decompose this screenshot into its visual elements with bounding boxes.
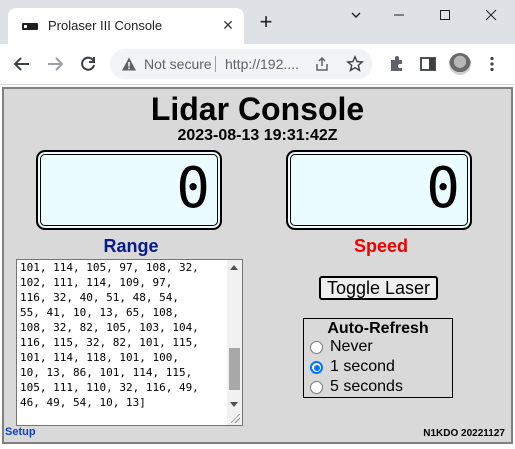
minimize-button[interactable] [376,0,422,32]
maximize-button[interactable] [422,0,468,32]
radio-button-5-seconds[interactable] [310,381,323,394]
profile-avatar[interactable] [449,53,471,75]
url-text[interactable]: http://192.... [225,56,299,72]
browser-toolbar: Not secure http://192.... [0,44,515,85]
page-title: Lidar Console [150,91,365,127]
page-viewport: Lidar Console 2023-08-13 19:31:42Z 0 0 R… [0,85,515,449]
reload-icon[interactable] [76,52,100,76]
lidar-console-panel: Lidar Console 2023-08-13 19:31:42Z 0 0 R… [2,87,513,444]
tab-title: Prolaser III Console [48,18,163,33]
tab-search-chevron-icon[interactable] [333,0,379,32]
laser-favicon-icon [22,23,38,30]
auto-refresh-title: Auto-Refresh [327,320,429,337]
browser-tab[interactable]: Prolaser III Console ✕ [8,8,244,44]
browser-titlebar: Prolaser III Console ✕ + [0,0,515,44]
tab-close-icon[interactable]: ✕ [220,17,236,33]
radio-button-1-second[interactable] [310,361,323,374]
version-label: N1KDO 20221127 [423,428,505,439]
side-panel-icon[interactable] [416,52,440,76]
more-menu-icon[interactable] [480,52,504,76]
radio-label-never[interactable]: Never [330,338,373,356]
share-icon[interactable] [314,56,330,72]
resize-grip-icon[interactable] [231,414,240,423]
speed-display: 0 [286,150,472,230]
extensions-puzzle-icon[interactable] [385,52,409,76]
scroll-thumb[interactable] [229,348,240,390]
bookmark-star-icon[interactable] [346,55,364,73]
new-tab-button[interactable]: + [256,11,276,33]
timestamp: 2023-08-13 19:31:42Z [177,127,338,144]
setup-link[interactable]: Setup [5,426,36,438]
log-textarea[interactable]: 101, 114, 105, 97, 108, 32, 102, 111, 11… [16,259,243,426]
range-display: 0 [36,150,222,230]
log-scrollbar[interactable] [227,260,242,425]
back-arrow-icon[interactable] [10,52,34,76]
scroll-up-arrow-icon[interactable] [230,265,238,270]
scroll-down-arrow-icon[interactable] [230,402,238,407]
log-text[interactable]: 101, 114, 105, 97, 108, 32, 102, 111, 11… [20,260,226,425]
toggle-laser-button[interactable]: Toggle Laser [319,276,438,300]
auto-refresh-group: Auto-Refresh Never 1 second 5 seconds [303,318,453,398]
range-label: Range [103,236,159,256]
range-value: 0 [176,156,210,221]
speed-label: Speed [353,236,409,256]
warning-icon[interactable] [121,56,137,72]
address-separator [215,56,216,72]
forward-arrow-icon[interactable] [43,52,67,76]
address-bar[interactable]: Not secure http://192.... [110,49,372,79]
close-window-button[interactable] [468,0,514,32]
radio-label-5-seconds[interactable]: 5 seconds [330,378,403,396]
radio-label-1-second[interactable]: 1 second [330,358,395,376]
radio-button-never[interactable] [310,341,323,354]
speed-value: 0 [426,156,460,221]
security-status[interactable]: Not secure [144,56,212,72]
